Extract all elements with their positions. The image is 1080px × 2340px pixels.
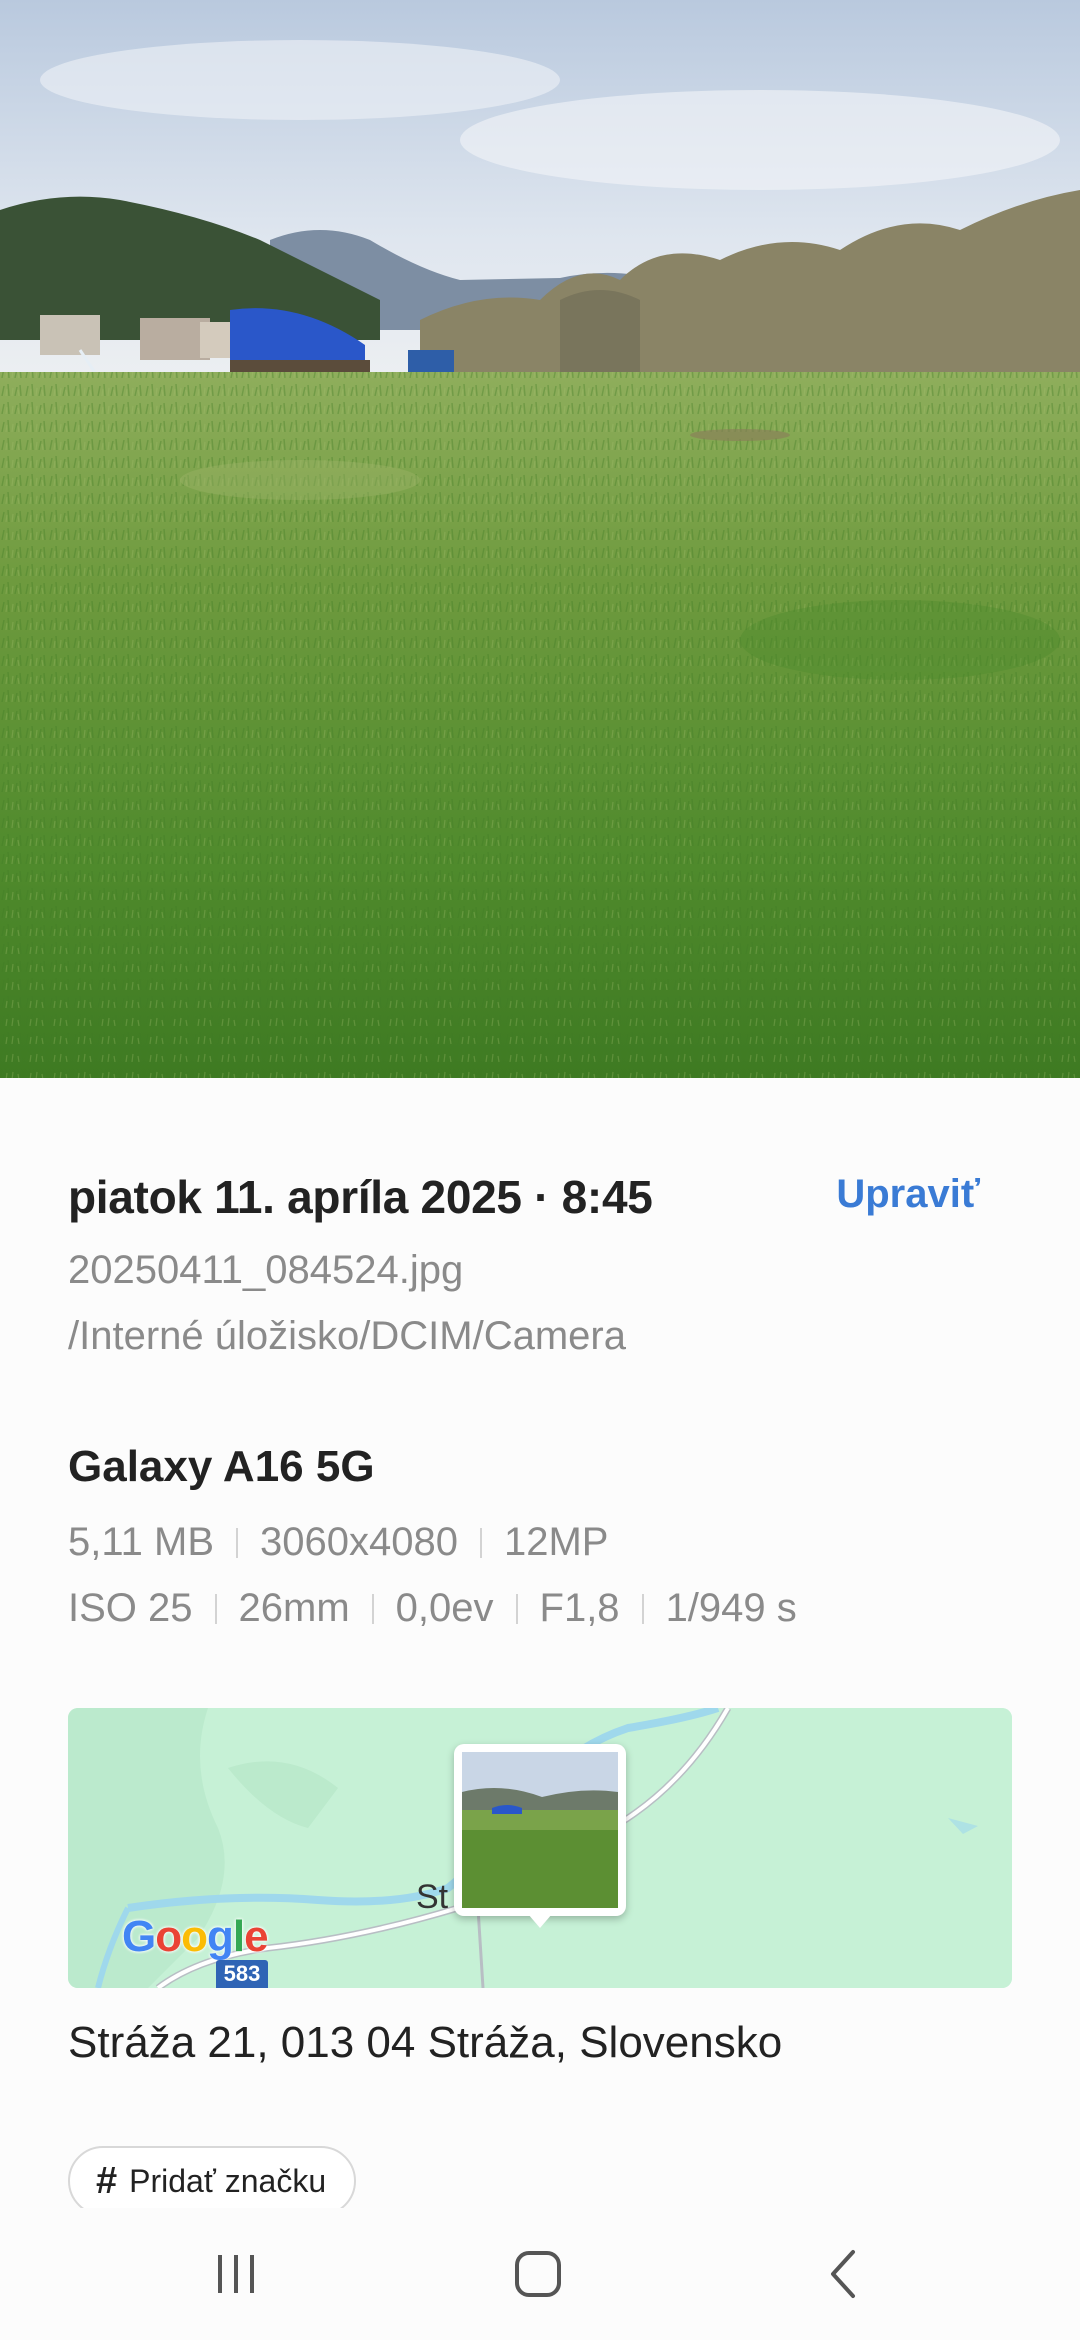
divider: [641, 1593, 644, 1624]
resolution: 3060x4080: [260, 1520, 458, 1564]
google-logo-letter: o: [155, 1912, 182, 1961]
thumbnail-image: [462, 1752, 618, 1908]
home-icon: [515, 2251, 561, 2297]
map-photo-thumbnail[interactable]: [454, 1744, 626, 1916]
location-address: Stráža 21, 013 04 Stráža, Slovensko: [68, 2018, 783, 2067]
edit-button[interactable]: Upraviť: [836, 1172, 980, 1217]
system-navigation-bar: [0, 2208, 1080, 2340]
map-town-label: St: [416, 1878, 449, 1916]
details-panel: piatok 11. apríla 2025 · 8:45 Upraviť 20…: [0, 1078, 1080, 2216]
divider: [479, 1527, 482, 1558]
home-button[interactable]: [458, 2208, 618, 2340]
file-size: 5,11 MB: [68, 1520, 214, 1564]
google-logo-letter: e: [244, 1912, 269, 1961]
recent-apps-button[interactable]: [156, 2208, 316, 2340]
megapixels: 12MP: [503, 1520, 609, 1564]
recent-apps-icon: [218, 2255, 254, 2293]
date-time: piatok 11. apríla 2025 · 8:45: [68, 1171, 653, 1223]
google-logo-letter: G: [122, 1912, 156, 1961]
shutter-speed: 1/949 s: [665, 1586, 797, 1630]
road-number-shield: 583: [216, 1960, 268, 1988]
hashtag-icon: #: [96, 2159, 118, 2202]
divider: [214, 1593, 217, 1624]
exposure-compensation: 0,0ev: [395, 1586, 494, 1630]
back-icon: [831, 2250, 855, 2298]
google-logo-letter: g: [207, 1912, 234, 1961]
google-logo: Google: [122, 1912, 269, 1962]
divider: [515, 1593, 518, 1624]
photo-image: [0, 0, 1080, 1078]
location-map[interactable]: St Google 583: [68, 1708, 1012, 1988]
file-path: /Interné úložisko/DCIM/Camera: [68, 1314, 626, 1358]
back-button[interactable]: [762, 2208, 922, 2340]
iso-value: ISO 25: [68, 1586, 193, 1630]
exif-row: ISO 25 26mm 0,0ev F1,8 1/949 s: [68, 1586, 797, 1631]
divider: [236, 1527, 238, 1558]
aperture: F1,8: [539, 1586, 620, 1630]
file-info-row: 5,11 MB 3060x4080 12MP: [68, 1520, 608, 1565]
google-logo-letter: o: [181, 1912, 208, 1961]
add-tag-button[interactable]: # Pridať značku: [68, 2146, 357, 2216]
add-tag-label: Pridať značku: [129, 2162, 327, 2199]
photo-viewer[interactable]: [0, 0, 1080, 1078]
file-name: 20250411_084524.jpg: [68, 1248, 464, 1292]
divider: [371, 1593, 374, 1624]
focal-length: 26mm: [238, 1586, 350, 1630]
device-name: Galaxy A16 5G: [68, 1442, 375, 1491]
map-pin-pointer: [528, 1914, 552, 1928]
google-logo-letter: l: [232, 1912, 245, 1961]
